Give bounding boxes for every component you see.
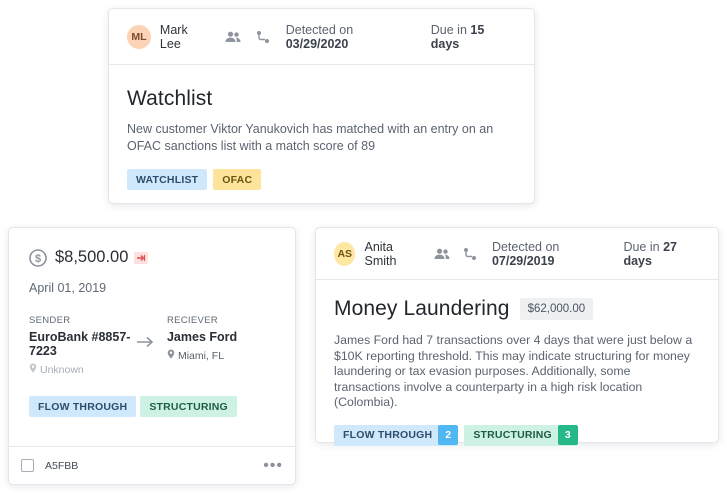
sender: SENDER EuroBank #8857-7223 Unknown [29, 315, 137, 376]
tag-list: FLOW THROUGH 2 STRUCTURING 3 [334, 424, 700, 446]
card-header: ML Mark Lee Detected on 03/29/2020 Due i… [109, 9, 534, 65]
tag-structuring[interactable]: STRUCTURING 3 [464, 424, 578, 446]
location-pin-icon [167, 349, 175, 362]
workflow-icon[interactable] [254, 28, 272, 46]
money-laundering-alert-card[interactable]: AS Anita Smith Detected on 07/29/2019 Du… [315, 227, 719, 446]
tag-watchlist[interactable]: WATCHLIST [127, 169, 208, 190]
card-footer: A5FBB ••• [9, 446, 295, 484]
tag-flow-through[interactable]: FLOW THROUGH [29, 396, 137, 417]
transfer-parties: SENDER EuroBank #8857-7223 Unknown RECIE… [29, 315, 275, 376]
tag-list: WATCHLIST OFAC [127, 169, 516, 190]
alert-title: Watchlist [127, 87, 213, 110]
dollar-icon: $ [29, 248, 47, 267]
select-checkbox[interactable] [21, 459, 34, 472]
owner-name: Anita Smith [364, 239, 397, 268]
tag-ofac[interactable]: OFAC [213, 169, 262, 190]
outgoing-icon [134, 251, 149, 264]
avatar[interactable]: AS [334, 241, 356, 266]
transaction-amount: $8,500.00 [55, 248, 129, 266]
avatar[interactable]: ML [127, 24, 151, 49]
tag-count: 3 [557, 425, 578, 445]
owner-name: Mark Lee [159, 22, 188, 51]
card-header: AS Anita Smith Detected on 07/29/2019 Du… [316, 228, 718, 280]
location-pin-icon [29, 363, 37, 376]
tag-flow-through[interactable]: FLOW THROUGH 2 [334, 424, 459, 446]
receiver: RECIEVER James Ford Miami, FL [167, 315, 275, 362]
sender-label: SENDER [29, 315, 71, 326]
alert-title: Money Laundering [334, 297, 510, 320]
sender-location: Unknown [29, 363, 137, 376]
receiver-location: Miami, FL [167, 349, 275, 362]
sender-name[interactable]: EuroBank #8857-7223 [29, 330, 137, 358]
workflow-icon[interactable] [462, 245, 478, 263]
watchlist-alert-card[interactable]: ML Mark Lee Detected on 03/29/2020 Due i… [108, 8, 535, 204]
due-in: Due in 15 days [430, 22, 485, 51]
tag-structuring[interactable]: STRUCTURING [140, 396, 237, 417]
alert-description: James Ford had 7 transactions over 4 day… [334, 333, 693, 409]
transaction-card[interactable]: $ $8,500.00 April 01, 2019 SENDER EuroBa… [8, 227, 296, 485]
svg-text:$: $ [35, 253, 41, 265]
tag-list: FLOW THROUGH STRUCTURING [29, 396, 275, 417]
arrow-right-icon [132, 327, 157, 357]
transaction-date: April 01, 2019 [29, 281, 107, 295]
people-icon[interactable] [224, 28, 242, 46]
people-icon[interactable] [434, 245, 450, 263]
tag-count: 2 [438, 425, 459, 445]
detected-date: Detected on 03/29/2020 [285, 22, 354, 51]
alert-amount: $62,000.00 [519, 298, 594, 320]
due-in: Due in 27 days [623, 239, 677, 268]
receiver-label: RECIEVER [166, 315, 218, 326]
detected-date: Detected on 07/29/2019 [491, 239, 560, 268]
receiver-name[interactable]: James Ford [167, 330, 275, 344]
alert-description: New customer Viktor Yanukovich has match… [127, 122, 494, 153]
transaction-id: A5FBB [45, 459, 79, 472]
more-options-icon[interactable]: ••• [263, 457, 283, 474]
